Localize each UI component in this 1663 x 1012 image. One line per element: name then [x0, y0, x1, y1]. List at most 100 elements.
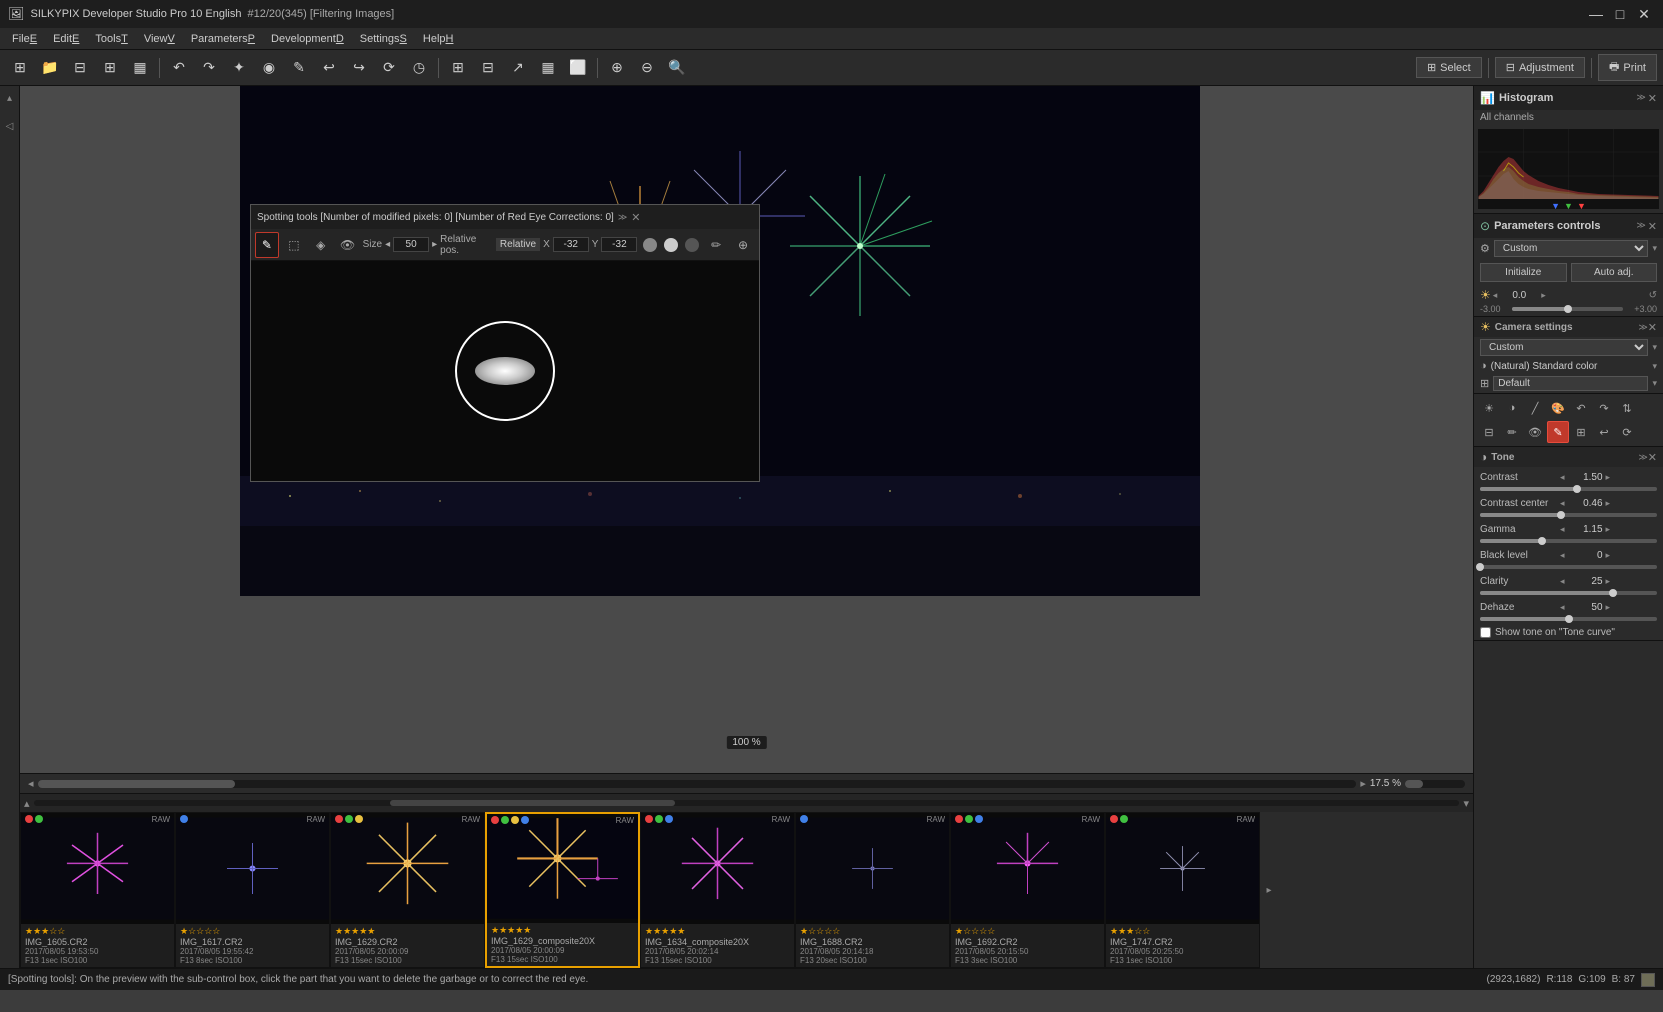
- menu-parameters[interactable]: ParametersP: [183, 31, 263, 47]
- spotting-title-bar[interactable]: Spotting tools [Number of modified pixel…: [251, 205, 759, 229]
- spotting-expand-icon[interactable]: ≫: [618, 212, 627, 223]
- params-close-icon[interactable]: ✕: [1648, 220, 1657, 233]
- toolbar-btn-20[interactable]: 🔍: [663, 54, 691, 82]
- toolbar-btn-14[interactable]: ⊟: [474, 54, 502, 82]
- toolbar-redo[interactable]: ↷: [195, 54, 223, 82]
- spot-pencil-tool[interactable]: ✎: [255, 232, 279, 258]
- preset-dropdown[interactable]: Custom: [1494, 240, 1649, 257]
- menu-view[interactable]: ViewV: [136, 31, 183, 47]
- auto-adj-button[interactable]: Auto adj.: [1571, 263, 1658, 282]
- thumb-scroll-arrow-down[interactable]: ▾: [1463, 797, 1469, 810]
- spot-eyedrop-tool[interactable]: ◈: [309, 232, 333, 258]
- gamma-arrow-l[interactable]: ◂: [1559, 524, 1566, 535]
- tool-icon-11[interactable]: ⊞: [1570, 421, 1592, 443]
- toolbar-btn-7[interactable]: ◉: [255, 54, 283, 82]
- circle-style-2[interactable]: [662, 235, 680, 255]
- thumb-scroll-right[interactable]: ▸: [1260, 812, 1278, 968]
- tool-icon-rotate-l[interactable]: ↶: [1570, 397, 1592, 419]
- gamma-thumb[interactable]: [1538, 537, 1546, 545]
- cc-thumb[interactable]: [1557, 511, 1565, 519]
- minimize-button[interactable]: —: [1585, 4, 1607, 24]
- menu-development[interactable]: DevelopmentD: [263, 31, 352, 47]
- adjustment-button[interactable]: ⊟ Adjustment: [1495, 57, 1585, 78]
- gamma-arrow-r[interactable]: ▸: [1605, 524, 1612, 535]
- toolbar-undo[interactable]: ↶: [165, 54, 193, 82]
- tool-icon-13[interactable]: ⟳: [1616, 421, 1638, 443]
- toolbar-btn-6[interactable]: ✦: [225, 54, 253, 82]
- histogram-expand-icon[interactable]: ≫: [1636, 92, 1645, 105]
- toolbar-btn-10[interactable]: ↪: [345, 54, 373, 82]
- toolbar-btn-19[interactable]: ⊖: [633, 54, 661, 82]
- thumbnail-4[interactable]: RAW ★★★★★ IMG_1629_composite20X 2017/08/…: [485, 812, 640, 968]
- tone-close[interactable]: ✕: [1648, 451, 1657, 464]
- ev-slider-track[interactable]: [1512, 307, 1623, 311]
- y-input[interactable]: [601, 237, 637, 252]
- tool-icon-pencil[interactable]: ✎: [1547, 421, 1569, 443]
- clarity-thumb[interactable]: [1609, 589, 1617, 597]
- contrast-arrow-r[interactable]: ▸: [1605, 472, 1612, 483]
- histogram-close-icon[interactable]: ✕: [1648, 92, 1657, 105]
- toolbar-btn-1[interactable]: ⊞: [6, 54, 34, 82]
- toolbar-btn-11[interactable]: ⟳: [375, 54, 403, 82]
- clar-arrow-r[interactable]: ▸: [1605, 576, 1612, 587]
- parameters-header[interactable]: ⊙ Parameters controls ≫ ✕: [1474, 214, 1663, 238]
- clar-arrow-l[interactable]: ◂: [1559, 576, 1566, 587]
- zoom-scroll-track[interactable]: [1405, 780, 1465, 788]
- spotting-preview[interactable]: [251, 261, 759, 481]
- tone-curve-label[interactable]: Show tone on "Tone curve": [1495, 627, 1615, 638]
- size-arrow-left[interactable]: ◂: [385, 239, 390, 250]
- thumbnail-1[interactable]: RAW ★★★☆☆ IMG_1605.CR2 2017/08/05 19:53:…: [20, 812, 175, 968]
- toolbar-btn-13[interactable]: ⊞: [444, 54, 472, 82]
- tool-icon-12[interactable]: ↩: [1593, 421, 1615, 443]
- tool-icon-1[interactable]: ☀: [1478, 397, 1500, 419]
- circle-style-1[interactable]: [640, 235, 658, 255]
- cc-track[interactable]: [1480, 513, 1657, 517]
- toolbar-btn-12[interactable]: ◷: [405, 54, 433, 82]
- menu-tools[interactable]: ToolsT: [87, 31, 135, 47]
- spot-brush-tool[interactable]: ⬚: [282, 232, 306, 258]
- scroll-arrow-right[interactable]: ▸: [1360, 777, 1366, 790]
- bl-thumb[interactable]: [1476, 563, 1484, 571]
- menu-help[interactable]: HelpH: [415, 31, 462, 47]
- ev-reset[interactable]: ↺: [1649, 290, 1657, 301]
- toolbar-btn-5[interactable]: ▦: [126, 54, 154, 82]
- toolbar-btn-4[interactable]: ⊞: [96, 54, 124, 82]
- scroll-arrow-left[interactable]: ◂: [28, 777, 34, 790]
- print-button[interactable]: 🖶 Print: [1598, 54, 1657, 81]
- tone-expand[interactable]: ≫: [1638, 452, 1647, 463]
- contrast-track[interactable]: [1480, 487, 1657, 491]
- thumbnail-7[interactable]: RAW ★☆☆☆☆ IMG_1692.CR2 2017/08/05 20:15:…: [950, 812, 1105, 968]
- h-scroll-track[interactable]: [38, 780, 1357, 788]
- thumbnail-3[interactable]: RAW ★★★★★ IMG_1629.CR2 2017/08/05 20:00:…: [330, 812, 485, 968]
- params-expand-icon[interactable]: ≫: [1636, 220, 1645, 233]
- tool-icon-flip[interactable]: ⇅: [1616, 397, 1638, 419]
- dehaze-track[interactable]: [1480, 617, 1657, 621]
- ev-arrow-right[interactable]: ▸: [1541, 290, 1546, 301]
- x-input[interactable]: [553, 237, 589, 252]
- spot-eye-tool[interactable]: 👁: [336, 232, 360, 258]
- tool-icon-4[interactable]: 🎨: [1547, 397, 1569, 419]
- bl-track[interactable]: [1480, 565, 1657, 569]
- initialize-button[interactable]: Initialize: [1480, 263, 1567, 282]
- size-arrow-right[interactable]: ▸: [432, 239, 437, 250]
- menu-file[interactable]: FileE: [4, 31, 45, 47]
- close-button[interactable]: ✕: [1633, 4, 1655, 24]
- toolbar-btn-16[interactable]: ▦: [534, 54, 562, 82]
- toolbar-btn-2[interactable]: 📁: [36, 54, 64, 82]
- bl-arrow-l[interactable]: ◂: [1559, 550, 1566, 561]
- h-scroll-thumb[interactable]: [38, 780, 236, 788]
- toolbar-btn-9[interactable]: ↩: [315, 54, 343, 82]
- circle-style-3[interactable]: [683, 235, 701, 255]
- size-input[interactable]: [393, 237, 429, 252]
- clarity-track[interactable]: [1480, 591, 1657, 595]
- contrast-arrow-l[interactable]: ◂: [1559, 472, 1566, 483]
- cc-arrow-r[interactable]: ▸: [1605, 498, 1612, 509]
- tone-curve-checkbox[interactable]: [1480, 627, 1491, 638]
- tool-icon-rotate-r[interactable]: ↷: [1593, 397, 1615, 419]
- left-sidebar-icon-1[interactable]: ◁: [2, 118, 18, 134]
- camera-preset-dropdown[interactable]: Custom: [1480, 339, 1648, 356]
- select-button[interactable]: ⊞ Select: [1416, 57, 1482, 78]
- left-sidebar-arrow-up[interactable]: ▴: [2, 90, 18, 106]
- deh-arrow-l[interactable]: ◂: [1559, 602, 1566, 613]
- thumbnail-8[interactable]: RAW ★★★☆☆ IMG_1747.CR2 2017/08/05 20:25:…: [1105, 812, 1260, 968]
